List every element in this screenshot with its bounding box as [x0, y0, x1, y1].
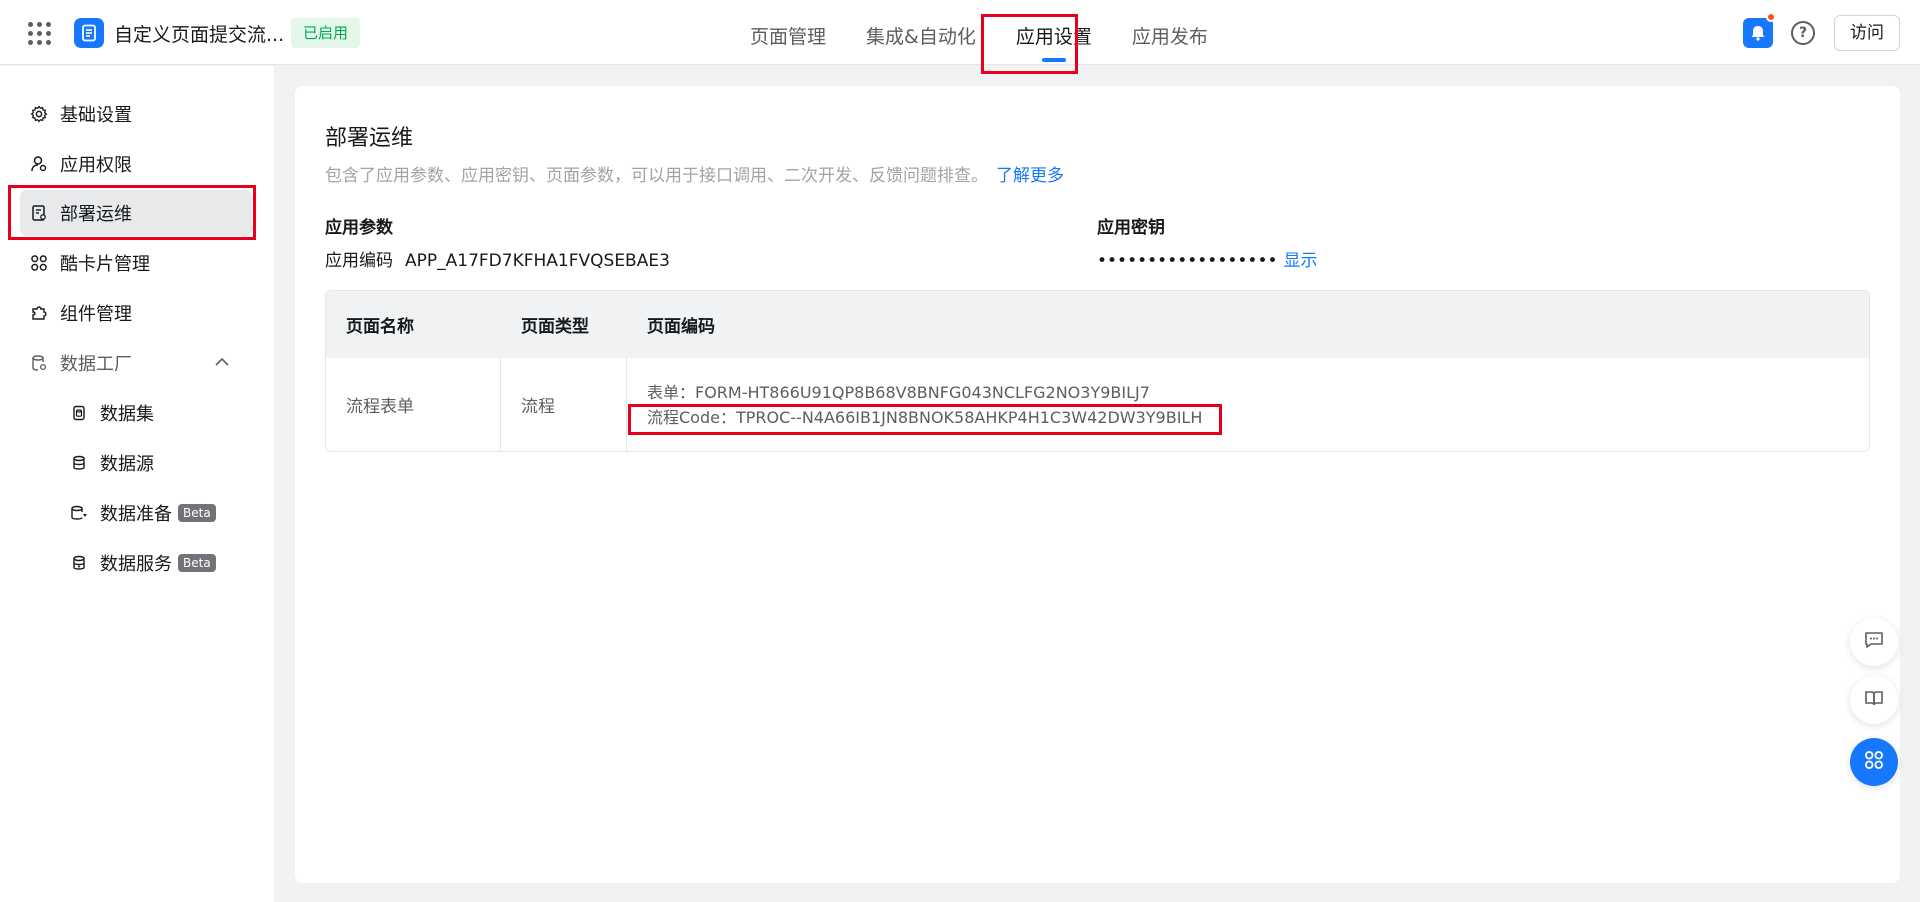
secret-masked-value: •••••••••••••••••• — [1097, 251, 1278, 271]
data-factory-icon — [30, 354, 48, 372]
cell-page-name: 流程表单 — [326, 358, 501, 451]
tab-app-publish[interactable]: 应用发布 — [1112, 0, 1228, 65]
sidebar-item-label: 酷卡片管理 — [60, 254, 150, 275]
beta-badge: Beta — [178, 504, 216, 522]
sidebar: 基础设置 应用权限 部署运维 酷卡片管理 组件管理 数据工厂 数据集 数据源 数… — [0, 66, 274, 902]
help-icon[interactable]: ? — [1791, 21, 1815, 45]
sidebar-item-datasource[interactable]: 数据源 — [60, 440, 250, 486]
tab-page-management[interactable]: 页面管理 — [730, 0, 846, 65]
sidebar-item-label: 应用权限 — [60, 155, 132, 176]
sidebar-item-deploy-ops[interactable]: 部署运维 — [20, 190, 252, 236]
form-code[interactable]: 表单：FORM-HT866U91QP8B68V8BNFG043NCLFG2NO3… — [647, 380, 1869, 405]
docs-button[interactable] — [1850, 676, 1898, 724]
page-code-table: 页面名称 页面类型 页面编码 流程表单 流程 表单：FORM-HT866U91Q… — [325, 290, 1870, 452]
database-icon — [70, 454, 88, 472]
dataset-icon — [70, 404, 88, 422]
notification-bell-icon[interactable] — [1743, 18, 1773, 48]
sidebar-item-label: 部署运维 — [60, 204, 132, 225]
header-page-code: 页面编码 — [647, 317, 715, 337]
app-params-label: 应用参数 — [325, 218, 393, 238]
app-secret-label: 应用密钥 — [1097, 218, 1165, 238]
chat-feedback-button[interactable] — [1850, 618, 1898, 666]
sidebar-item-data-service[interactable]: 数据服务 Beta — [60, 540, 250, 586]
table-header: 页面名称 页面类型 页面编码 — [326, 291, 1869, 358]
active-tab-indicator — [1041, 58, 1066, 62]
top-nav: 页面管理 集成&自动化 应用设置 应用发布 — [730, 0, 1228, 65]
sidebar-item-basic-settings[interactable]: 基础设置 — [20, 91, 252, 137]
apps-grid-icon — [1863, 749, 1885, 775]
table-row: 流程表单 流程 表单：FORM-HT866U91QP8B68V8BNFG043N… — [326, 358, 1869, 451]
data-prep-icon — [70, 504, 88, 522]
book-icon — [1863, 687, 1885, 713]
header-page-type: 页面类型 — [521, 317, 589, 337]
gear-icon — [30, 105, 48, 123]
page-description: 包含了应用参数、应用密钥、页面参数，可以用于接口调用、二次开发、反馈问题排查。了… — [325, 161, 1064, 186]
visit-button[interactable]: 访问 — [1834, 15, 1900, 51]
sidebar-item-data-prep[interactable]: 数据准备 Beta — [60, 490, 250, 536]
app-code-value[interactable]: APP_A17FD7KFHA1FVQSEBAE3 — [405, 251, 670, 271]
app-title[interactable]: 自定义页面提交流... — [114, 20, 284, 47]
ops-doc-icon — [30, 204, 48, 222]
sidebar-sub-label: 数据源 — [100, 454, 154, 475]
user-lock-icon — [30, 155, 48, 173]
beta-badge: Beta — [178, 554, 216, 572]
header-page-name: 页面名称 — [346, 317, 414, 337]
deploy-ops-panel: 部署运维 包含了应用参数、应用密钥、页面参数，可以用于接口调用、二次开发、反馈问… — [295, 86, 1900, 883]
sidebar-item-cool-cards[interactable]: 酷卡片管理 — [20, 240, 252, 286]
status-badge: 已启用 — [291, 18, 361, 48]
puzzle-icon — [30, 304, 48, 322]
notification-dot — [1766, 12, 1776, 22]
chat-icon — [1863, 629, 1885, 655]
tab-app-settings-label: 应用设置 — [1015, 26, 1092, 48]
chevron-up-icon[interactable] — [214, 354, 230, 375]
tab-integration-automation[interactable]: 集成&自动化 — [846, 0, 996, 65]
apps-menu-button[interactable] — [1850, 738, 1898, 786]
app-code-row: 应用编码 APP_A17FD7KFHA1FVQSEBAE3 — [325, 246, 670, 271]
data-service-icon — [70, 554, 88, 572]
page-title: 部署运维 — [325, 126, 414, 151]
app-code-key: 应用编码 — [325, 251, 393, 271]
cards-icon — [30, 254, 48, 272]
sidebar-sub-label: 数据集 — [100, 404, 154, 425]
app-secret-row: •••••••••••••••••• 显示 — [1097, 246, 1318, 271]
sidebar-item-components[interactable]: 组件管理 — [20, 290, 252, 336]
sidebar-item-dataset[interactable]: 数据集 — [60, 390, 250, 436]
description-text: 包含了应用参数、应用密钥、页面参数，可以用于接口调用、二次开发、反馈问题排查。 — [325, 166, 988, 186]
cell-page-code: 表单：FORM-HT866U91QP8B68V8BNFG043NCLFG2NO3… — [627, 358, 1869, 451]
app-grid-icon[interactable] — [26, 20, 51, 45]
sidebar-sub-label: 数据准备 — [100, 504, 172, 525]
sidebar-item-app-permissions[interactable]: 应用权限 — [20, 141, 252, 187]
show-secret-link[interactable]: 显示 — [1284, 251, 1318, 271]
cell-page-type: 流程 — [501, 358, 627, 451]
app-logo-icon — [74, 18, 104, 48]
sidebar-sub-label: 数据服务 — [100, 554, 172, 575]
process-code[interactable]: 流程Code：TPROC--N4A66IB1JN8BNOK58AHKP4H1C3… — [647, 405, 1869, 430]
top-bar: 自定义页面提交流... 已启用 页面管理 集成&自动化 应用设置 应用发布 ? … — [0, 0, 1920, 65]
sidebar-item-data-factory[interactable]: 数据工厂 — [20, 340, 252, 386]
learn-more-link[interactable]: 了解更多 — [996, 166, 1064, 186]
sidebar-item-label: 组件管理 — [60, 304, 132, 325]
tab-app-settings[interactable]: 应用设置 — [996, 0, 1112, 65]
sidebar-item-label: 数据工厂 — [60, 354, 132, 375]
sidebar-item-label: 基础设置 — [60, 105, 132, 126]
